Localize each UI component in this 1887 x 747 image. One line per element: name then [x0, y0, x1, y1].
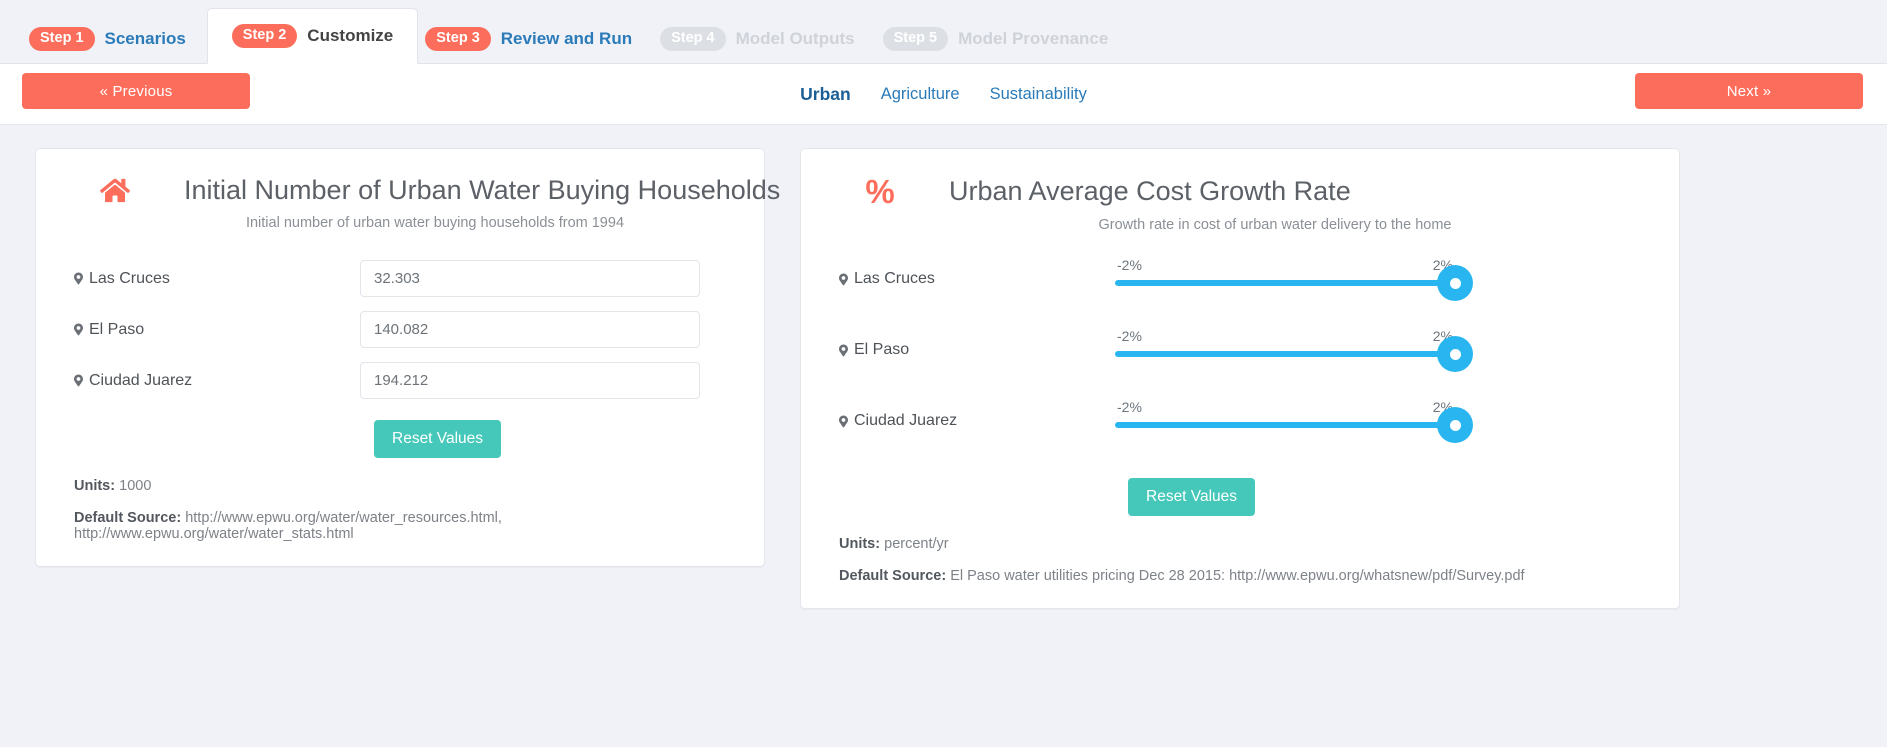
units-label: Units: — [839, 536, 881, 552]
source-value: El Paso water utilities pricing Dec 28 2… — [950, 568, 1525, 584]
slider-handle[interactable] — [1437, 265, 1473, 301]
source-label: Default Source: — [74, 510, 182, 526]
value-input-el-paso[interactable] — [360, 311, 700, 348]
map-pin-icon — [839, 273, 848, 286]
step-badge: Step 2 — [231, 24, 298, 48]
step-tab-customize[interactable]: Step 2 Customize — [206, 8, 419, 64]
parameter-row: Ciudad Juarez -2% 2% — [825, 397, 1655, 468]
location-name: Las Cruces — [854, 270, 935, 287]
home-icon — [88, 177, 142, 204]
source-label: Default Source: — [839, 568, 947, 584]
step-tab-label: Model Outputs — [735, 29, 855, 48]
units-line: Units: percent/yr — [839, 536, 1655, 552]
next-button[interactable]: Next » — [1635, 73, 1863, 109]
map-pin-icon — [74, 374, 83, 387]
row-location-label: El Paso — [825, 326, 1115, 359]
row-location-label: Las Cruces — [60, 270, 360, 288]
reset-values-button[interactable]: Reset Values — [1128, 478, 1256, 516]
slider-handle[interactable] — [1437, 336, 1473, 372]
step-tab-label: Customize — [307, 26, 394, 45]
map-pin-icon — [74, 272, 83, 285]
step-tab-model-provenance: Step 5 Model Provenance — [876, 14, 1130, 64]
card-title: Urban Average Cost Growth Rate — [949, 176, 1351, 206]
parameter-row: Las Cruces — [60, 253, 740, 304]
slider-track[interactable] — [1115, 265, 1473, 301]
slider-ciudad-juarez[interactable]: -2% 2% — [1115, 397, 1473, 443]
location-name: Ciudad Juarez — [89, 371, 193, 389]
parameter-rows: Las Cruces -2% 2% El Paso -2% 2% Ciudad … — [825, 255, 1655, 468]
parameter-card-urban-cost-growth-rate: % Urban Average Cost Growth Rate Growth … — [800, 148, 1680, 609]
map-pin-icon — [74, 323, 83, 336]
slider-handle[interactable] — [1437, 407, 1473, 443]
step-wizard-tabs: Step 1 Scenarios Step 2 Customize Step 3… — [0, 0, 1887, 64]
location-name: El Paso — [89, 320, 145, 338]
step-badge: Step 1 — [29, 27, 95, 51]
map-pin-icon — [839, 344, 848, 357]
row-field — [360, 362, 740, 399]
step-tab-label: Scenarios — [104, 29, 186, 48]
parameter-row: El Paso — [60, 304, 740, 355]
step-tab-model-outputs: Step 4 Model Outputs — [653, 14, 876, 64]
category-link-sustainability[interactable]: Sustainability — [990, 85, 1087, 104]
category-links: Urban Agriculture Sustainability — [0, 64, 1887, 124]
slider-end-labels: -2% 2% — [1115, 257, 1455, 273]
row-location-label: Ciudad Juarez — [60, 372, 360, 390]
step-badge: Step 3 — [425, 27, 491, 51]
parameter-card-urban-households: Initial Number of Urban Water Buying Hou… — [35, 148, 780, 567]
map-pin-icon — [839, 415, 848, 428]
parameter-rows: Las Cruces El Paso — [60, 253, 740, 406]
row-location-label: El Paso — [60, 321, 360, 339]
card-metadata: Units: percent/yr Default Source: El Pas… — [825, 536, 1655, 584]
source-line: Default Source: http://www.epwu.org/wate… — [74, 510, 740, 542]
slider-min-label: -2% — [1117, 257, 1142, 273]
step-badge: Step 4 — [660, 27, 726, 51]
slider-track[interactable] — [1115, 336, 1473, 372]
category-navigation-bar: « Previous Urban Agriculture Sustainabil… — [0, 64, 1887, 125]
row-location-label: Las Cruces — [825, 255, 1115, 288]
reset-button-container: Reset Values — [825, 478, 1655, 516]
slider-track[interactable] — [1115, 407, 1473, 443]
category-link-urban[interactable]: Urban — [800, 84, 851, 105]
units-value: percent/yr — [884, 536, 949, 552]
parameter-row: El Paso -2% 2% — [825, 326, 1655, 397]
slider-end-labels: -2% 2% — [1115, 399, 1455, 415]
card-subtitle: Initial number of urban water buying hou… — [245, 215, 625, 231]
step-tab-review-and-run[interactable]: Step 3 Review and Run — [418, 14, 653, 64]
parameter-row: Ciudad Juarez — [60, 355, 740, 406]
step-badge: Step 5 — [882, 27, 949, 51]
location-name: El Paso — [854, 341, 910, 358]
card-header: Initial Number of Urban Water Buying Hou… — [60, 175, 780, 206]
row-field — [360, 311, 740, 348]
units-label: Units: — [74, 478, 116, 494]
value-input-las-cruces[interactable] — [360, 260, 700, 297]
parameter-row: Las Cruces -2% 2% — [825, 255, 1655, 326]
step-tab-scenarios[interactable]: Step 1 Scenarios — [22, 14, 207, 64]
card-header: % Urban Average Cost Growth Rate — [825, 175, 1655, 208]
reset-values-button[interactable]: Reset Values — [374, 420, 502, 458]
category-link-agriculture[interactable]: Agriculture — [881, 85, 960, 104]
row-location-label: Ciudad Juarez — [825, 397, 1115, 430]
row-field — [360, 260, 740, 297]
slider-end-labels: -2% 2% — [1115, 328, 1455, 344]
percent-icon: % — [865, 173, 895, 210]
step-tab-label: Review and Run — [500, 29, 633, 48]
slider-min-label: -2% — [1117, 328, 1142, 344]
slider-las-cruces[interactable]: -2% 2% — [1115, 255, 1473, 301]
source-line: Default Source: El Paso water utilities … — [839, 568, 1655, 584]
slider-min-label: -2% — [1117, 399, 1142, 415]
reset-button-container: Reset Values — [60, 420, 740, 458]
card-subtitle: Growth rate in cost of urban water deliv… — [1098, 217, 1452, 233]
location-name: Las Cruces — [89, 269, 170, 287]
value-input-ciudad-juarez[interactable] — [360, 362, 700, 399]
slider-el-paso[interactable]: -2% 2% — [1115, 326, 1473, 372]
step-tab-label: Model Provenance — [958, 29, 1109, 48]
card-title: Initial Number of Urban Water Buying Hou… — [184, 175, 781, 205]
units-value: 1000 — [119, 478, 152, 494]
units-line: Units: 1000 — [74, 478, 740, 494]
card-metadata: Units: 1000 Default Source: http://www.e… — [60, 478, 740, 542]
parameter-cards-container: Initial Number of Urban Water Buying Hou… — [0, 125, 1887, 609]
location-name: Ciudad Juarez — [854, 412, 958, 429]
